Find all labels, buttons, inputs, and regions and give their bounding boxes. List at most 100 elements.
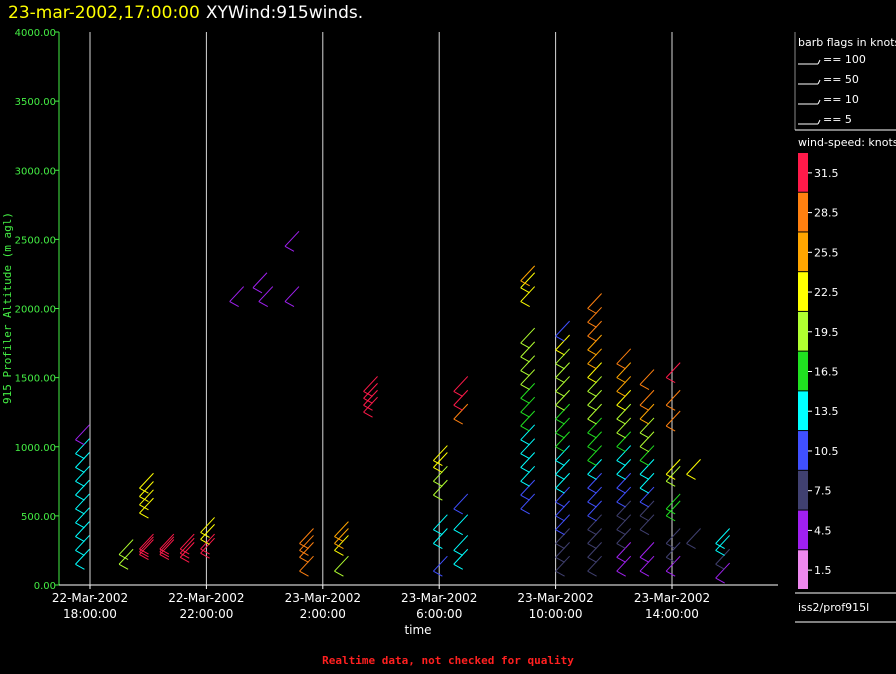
barb-flag bbox=[616, 570, 626, 577]
wind-barb bbox=[639, 500, 655, 522]
wind-barb bbox=[75, 535, 90, 556]
wind-barb bbox=[200, 517, 215, 538]
colorbar-label: 31.5 bbox=[814, 167, 839, 180]
barb-flag bbox=[75, 563, 85, 570]
barb-flag bbox=[639, 460, 650, 467]
barb-flag bbox=[520, 508, 530, 515]
barb-flag bbox=[75, 480, 85, 487]
wind-barb bbox=[555, 431, 570, 453]
barb-flag bbox=[453, 391, 463, 397]
barb-flag bbox=[520, 384, 530, 390]
barb-staff bbox=[453, 493, 469, 510]
barb-flag bbox=[639, 446, 650, 453]
wind-barb bbox=[284, 286, 300, 308]
barb-staff bbox=[284, 230, 300, 247]
wind-barb bbox=[555, 542, 570, 563]
wind-barb bbox=[299, 528, 314, 549]
barb-flag bbox=[665, 425, 676, 432]
colorbar-label: 22.5 bbox=[814, 286, 839, 299]
wind-barb bbox=[639, 369, 655, 390]
barb-staff bbox=[520, 265, 536, 282]
x-tick-time: 2:00:00 bbox=[300, 607, 346, 621]
barb-staff bbox=[433, 555, 448, 572]
colorbar-label: 7.5 bbox=[814, 485, 832, 498]
barb-flag bbox=[75, 522, 85, 529]
wind-barb bbox=[299, 542, 314, 563]
wind-barb bbox=[555, 403, 570, 425]
source-label: iss2/prof915l bbox=[798, 601, 869, 614]
barb-staff bbox=[433, 452, 448, 468]
wind-barb bbox=[665, 410, 681, 432]
wind-barb bbox=[639, 389, 655, 411]
wind-barb bbox=[555, 389, 570, 411]
wind-barb bbox=[587, 459, 602, 480]
barb-flag bbox=[299, 550, 309, 556]
barb-flag bbox=[299, 556, 309, 563]
wind-barbs bbox=[75, 230, 731, 584]
barb-staff bbox=[587, 293, 602, 309]
x-axis-label: time bbox=[404, 623, 431, 637]
barb-legend-flag bbox=[817, 119, 821, 125]
barb-flag bbox=[616, 501, 626, 508]
colorbar-label: 28.5 bbox=[814, 207, 839, 220]
barb-flag bbox=[616, 363, 626, 370]
wind-barb bbox=[555, 459, 570, 480]
wind-barb bbox=[616, 389, 632, 411]
y-axis-label: 915 Profiler Altitude (m agl) bbox=[1, 212, 14, 404]
barb-flag bbox=[587, 529, 597, 536]
colorbar-swatch bbox=[798, 391, 808, 431]
colorbar-swatch bbox=[798, 232, 808, 272]
barb-flag bbox=[453, 508, 463, 515]
barb-legend-flag bbox=[817, 59, 821, 65]
barb-flag bbox=[587, 363, 597, 370]
barb-legend-label: == 10 bbox=[823, 93, 859, 106]
barb-flag bbox=[715, 550, 725, 556]
colorbar-swatch bbox=[798, 431, 808, 470]
barb-staff bbox=[200, 517, 215, 533]
barb-flag bbox=[616, 418, 626, 425]
wind-barb bbox=[616, 445, 632, 467]
wind-barb bbox=[75, 493, 90, 515]
barb-flag bbox=[639, 487, 650, 494]
wind-barb bbox=[75, 507, 90, 529]
wind-barb bbox=[453, 403, 469, 425]
colorbar-swatch bbox=[798, 311, 808, 351]
x-tick-time: 14:00:00 bbox=[645, 607, 699, 621]
wind-barb bbox=[639, 514, 655, 536]
barb-flag bbox=[665, 570, 676, 577]
barb-staff bbox=[118, 548, 134, 565]
wind-barb bbox=[639, 445, 655, 467]
barb-staff bbox=[433, 514, 448, 531]
x-tick-date: 23-Mar-2002 bbox=[517, 591, 593, 605]
x-tick-date: 22-Mar-2002 bbox=[52, 591, 128, 605]
barb-flag bbox=[555, 404, 565, 411]
barb-flag bbox=[520, 467, 530, 473]
barb-flag bbox=[258, 301, 269, 308]
barb-flag bbox=[587, 515, 597, 522]
wind-barb bbox=[616, 431, 632, 453]
barb-staff bbox=[639, 389, 655, 406]
wind-barb bbox=[587, 403, 602, 425]
colorbar-label: 13.5 bbox=[814, 405, 839, 418]
wind-barb bbox=[587, 362, 602, 384]
barb-flag bbox=[686, 473, 696, 480]
wind-barb bbox=[555, 417, 570, 439]
barb-flag bbox=[284, 245, 295, 252]
barb-staff bbox=[665, 528, 681, 544]
wind-barb bbox=[587, 306, 602, 328]
wind-barb bbox=[639, 542, 655, 563]
wind-barb bbox=[616, 472, 632, 494]
wind-barb bbox=[520, 369, 536, 390]
barb-flag bbox=[587, 404, 597, 411]
barb-flag bbox=[520, 287, 530, 294]
barb-staff bbox=[686, 528, 701, 544]
barb-flag bbox=[665, 543, 676, 549]
barb-flag bbox=[75, 536, 85, 543]
x-tick-date: 23-Mar-2002 bbox=[401, 591, 477, 605]
barb-staff bbox=[229, 286, 245, 302]
barb-flag bbox=[334, 550, 344, 556]
barb-staff bbox=[520, 327, 536, 344]
wind-barb bbox=[433, 555, 448, 577]
wind-barb bbox=[555, 472, 570, 494]
barb-staff bbox=[284, 286, 300, 302]
